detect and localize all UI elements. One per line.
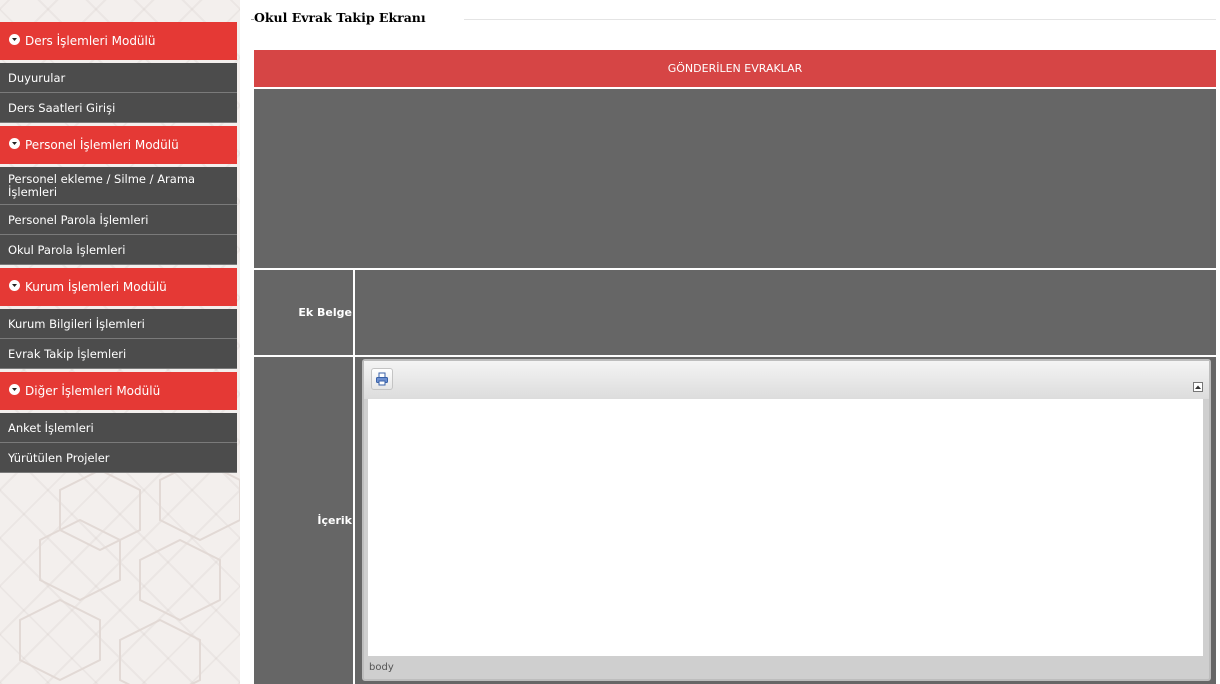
module-label: Personel İşlemleri Modülü (25, 138, 179, 152)
collapse-toolbar-button[interactable] (1193, 382, 1203, 392)
attachment-row: Ek Belge (254, 270, 1216, 355)
module-personel[interactable]: Personel İşlemleri Modülü (0, 126, 237, 164)
circle-arrow-down-icon (9, 383, 20, 395)
module-label: Ders İşlemleri Modülü (25, 34, 156, 48)
sidebar-menu: Ders İşlemleri Modülü Duyurular Ders Saa… (0, 22, 237, 473)
attachment-label: Ek Belge (254, 270, 355, 355)
sidebar-item-duyurular[interactable]: Duyurular (0, 63, 237, 93)
documents-list-panel (254, 89, 1216, 268)
circle-arrow-down-icon (9, 279, 20, 291)
sidebar-item-personel-ekleme[interactable]: Personel ekleme / Silme / Arama İşlemler… (0, 167, 237, 205)
print-button[interactable] (371, 368, 393, 390)
rich-text-editor: body (362, 359, 1211, 681)
module-ders[interactable]: Ders İşlemleri Modülü (0, 22, 237, 60)
module-label: Diğer İşlemleri Modülü (25, 384, 161, 398)
sidebar-item-projeler[interactable]: Yürütülen Projeler (0, 443, 237, 473)
sent-documents-header: GÖNDERİLEN EVRAKLAR (254, 50, 1216, 87)
content-label: İçerik (254, 357, 355, 684)
sidebar-item-anket[interactable]: Anket İşlemleri (0, 413, 237, 443)
sidebar-item-personel-parola[interactable]: Personel Parola İşlemleri (0, 205, 237, 235)
sidebar-item-okul-parola[interactable]: Okul Parola İşlemleri (0, 235, 237, 265)
circle-arrow-down-icon (9, 33, 20, 45)
page-title: Okul Evrak Takip Ekranı (254, 10, 426, 25)
section-title: GÖNDERİLEN EVRAKLAR (667, 62, 803, 75)
circle-arrow-down-icon (9, 137, 20, 149)
editor-toolbar (364, 361, 1209, 399)
sidebar-item-kurum-bilgileri[interactable]: Kurum Bilgileri İşlemleri (0, 309, 237, 339)
module-diger[interactable]: Diğer İşlemleri Modülü (0, 372, 237, 410)
title-divider (464, 19, 1216, 20)
sidebar-item-evrak-takip[interactable]: Evrak Takip İşlemleri (0, 339, 237, 369)
title-row: Okul Evrak Takip Ekranı (251, 10, 1216, 30)
editor-status-path: body (369, 662, 394, 673)
module-kurum[interactable]: Kurum İşlemleri Modülü (0, 268, 237, 306)
sidebar-item-ders-saatleri[interactable]: Ders Saatleri Girişi (0, 93, 237, 123)
editor-body[interactable] (368, 399, 1203, 656)
module-label: Kurum İşlemleri Modülü (25, 280, 167, 294)
collapse-toolbar-icon (1195, 385, 1201, 389)
sidebar: Ders İşlemleri Modülü Duyurular Ders Saa… (0, 0, 240, 684)
content-row: İçerik body (254, 357, 1216, 684)
print-icon (376, 372, 388, 386)
